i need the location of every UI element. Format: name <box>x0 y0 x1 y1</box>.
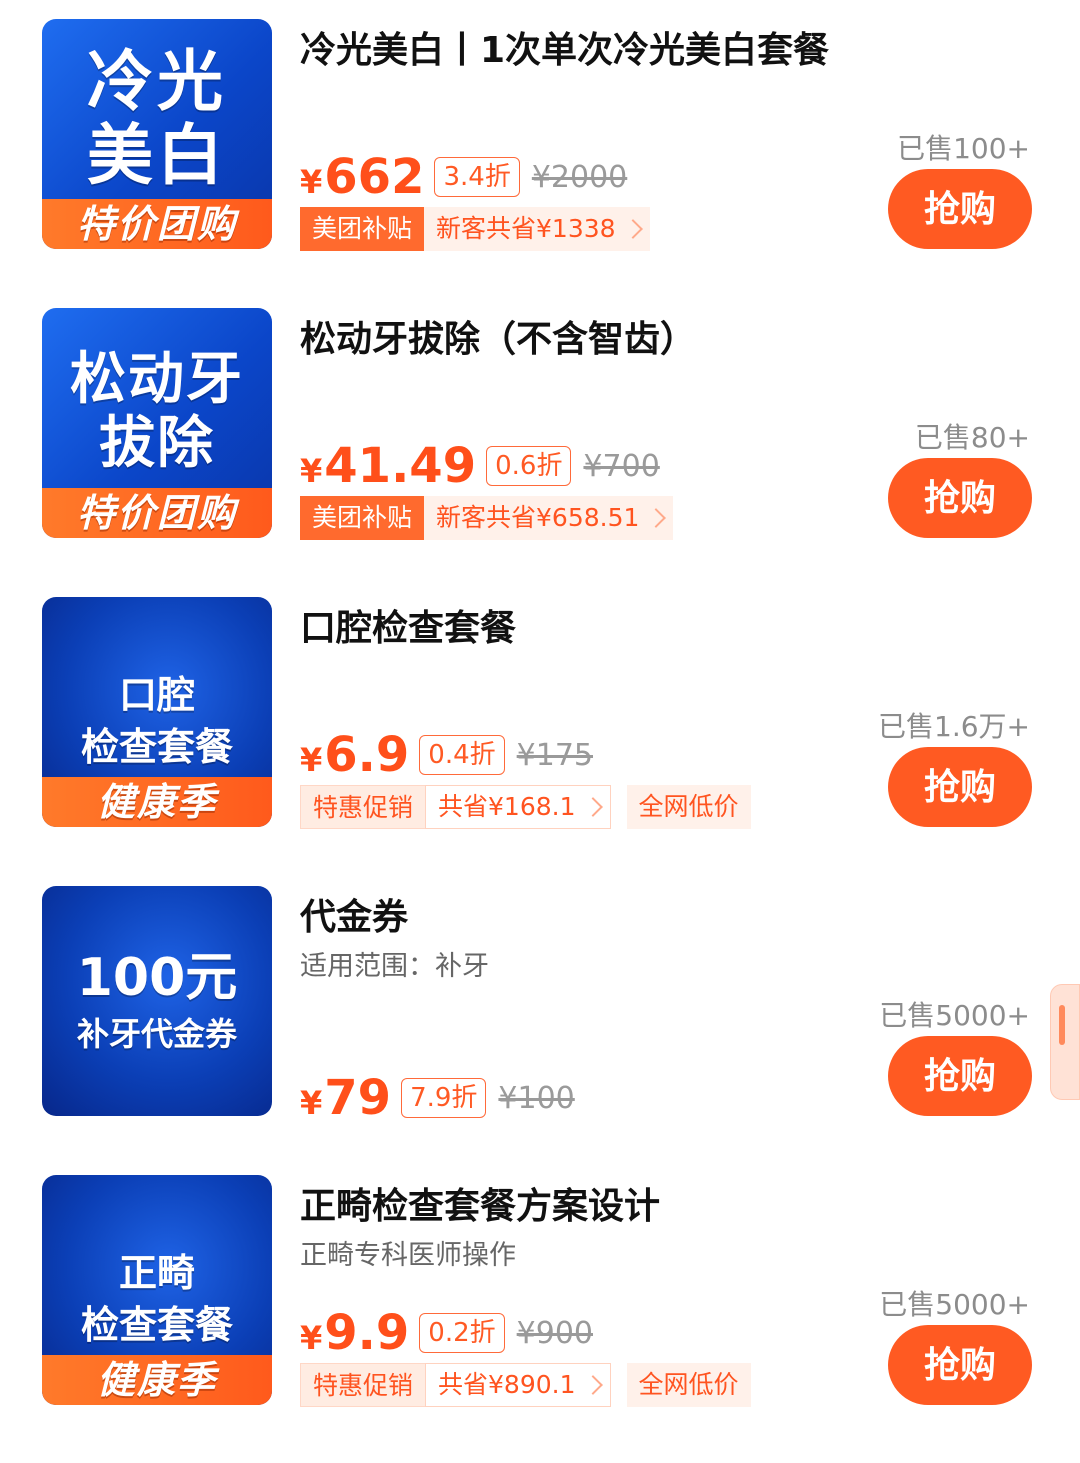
thumbnail-subtitle: 补牙代金券 <box>76 1015 237 1053</box>
thumbnail-title: 正畸 检查套餐 <box>80 1251 233 1347</box>
deal-title[interactable]: 松动牙拔除（不含智齿） <box>300 310 696 362</box>
deal-thumbnail[interactable]: 口腔 检查套餐 健康季 <box>42 597 272 827</box>
discount-badge: 0.6折 <box>486 446 572 486</box>
current-price: ¥79 <box>300 1070 392 1126</box>
discount-badge: 0.4折 <box>419 735 505 775</box>
promo-tags[interactable]: 美团补贴 新客共省¥1338 <box>300 207 650 251</box>
current-price: ¥6.9 <box>300 727 410 783</box>
deal-card[interactable]: 100元 补牙代金券 代金券 适用范围：补牙 ¥79 7.9折 ¥100 已售5… <box>0 886 1080 1175</box>
deal-title[interactable]: 正畸检查套餐方案设计 <box>300 1177 660 1229</box>
sold-count: 已售100+ <box>897 132 1030 165</box>
lowest-price-tag: 全网低价 <box>626 785 751 829</box>
discount-badge: 0.2折 <box>419 1313 505 1353</box>
deal-thumbnail[interactable]: 冷光 美白 特价团购 <box>42 19 272 249</box>
price-row: ¥9.9 0.2折 ¥900 <box>300 1303 593 1363</box>
chevron-right-icon <box>646 508 667 528</box>
savings-tag[interactable]: 新客共省¥1338 <box>424 207 650 251</box>
chevron-right-icon <box>582 1375 603 1395</box>
deal-thumbnail[interactable]: 100元 补牙代金券 <box>42 886 272 1116</box>
promo-tags[interactable]: 特惠促销 共省¥168.1 全网低价 <box>300 785 751 829</box>
price-row: ¥41.49 0.6折 ¥700 <box>300 436 660 496</box>
thumbnail-title: 松动牙 拔除 <box>70 347 244 476</box>
buy-button[interactable]: 抢购 <box>888 1036 1032 1116</box>
savings-tag[interactable]: 新客共省¥658.51 <box>424 496 674 540</box>
floating-side-tab[interactable] <box>1050 984 1080 1100</box>
original-price: ¥900 <box>516 1315 594 1351</box>
thumbnail-title: 口腔 检查套餐 <box>80 673 233 769</box>
thumbnail-ribbon: 特价团购 <box>42 488 272 538</box>
deal-card[interactable]: 冷光 美白 特价团购 冷光美白丨1次单次冷光美白套餐 ¥662 3.4折 ¥200… <box>0 19 1080 308</box>
deal-card[interactable]: 松动牙 拔除 特价团购 松动牙拔除（不含智齿） ¥41.49 0.6折 ¥700 … <box>0 308 1080 597</box>
sold-count: 已售80+ <box>914 421 1030 454</box>
deal-subtitle: 正畸专科医师操作 <box>300 1240 516 1271</box>
subsidy-tag: 美团补贴 <box>300 496 425 540</box>
deal-title[interactable]: 代金券 <box>300 888 408 940</box>
price-row: ¥662 3.4折 ¥2000 <box>300 147 627 207</box>
original-price: ¥175 <box>516 737 594 773</box>
buy-button[interactable]: 抢购 <box>888 458 1032 538</box>
promo-tag: 特惠促销 <box>300 785 426 829</box>
promo-tags[interactable]: 美团补贴 新客共省¥658.51 <box>300 496 674 540</box>
deal-card[interactable]: 口腔 检查套餐 健康季 口腔检查套餐 ¥6.9 0.4折 ¥175 特惠促销 共省… <box>0 597 1080 886</box>
savings-tag[interactable]: 共省¥890.1 <box>425 1363 611 1407</box>
thumbnail-ribbon: 健康季 <box>42 777 272 827</box>
subsidy-tag: 美团补贴 <box>300 207 425 251</box>
buy-button[interactable]: 抢购 <box>888 1325 1032 1405</box>
buy-button[interactable]: 抢购 <box>888 747 1032 827</box>
promo-tags[interactable]: 特惠促销 共省¥890.1 全网低价 <box>300 1363 751 1407</box>
thumbnail-title: 冷光 美白 <box>87 43 227 194</box>
discount-badge: 7.9折 <box>401 1078 487 1118</box>
current-price: ¥9.9 <box>300 1305 410 1361</box>
sold-count: 已售1.6万+ <box>878 710 1030 743</box>
deal-thumbnail[interactable]: 松动牙 拔除 特价团购 <box>42 308 272 538</box>
deal-subtitle: 适用范围：补牙 <box>300 951 489 982</box>
original-price: ¥100 <box>498 1080 575 1116</box>
thumbnail-ribbon: 特价团购 <box>42 199 272 249</box>
deal-title[interactable]: 口腔检查套餐 <box>300 599 516 651</box>
thumbnail-ribbon: 健康季 <box>42 1355 272 1405</box>
original-price: ¥2000 <box>531 159 628 195</box>
price-row: ¥6.9 0.4折 ¥175 <box>300 725 593 785</box>
price-row: ¥79 7.9折 ¥100 <box>300 1068 575 1128</box>
lowest-price-tag: 全网低价 <box>626 1363 751 1407</box>
buy-button[interactable]: 抢购 <box>888 169 1032 249</box>
deal-thumbnail[interactable]: 正畸 检查套餐 健康季 <box>42 1175 272 1405</box>
sold-count: 已售5000+ <box>879 999 1030 1032</box>
deal-card[interactable]: 正畸 检查套餐 健康季 正畸检查套餐方案设计 正畸专科医师操作 ¥9.9 0.2折… <box>0 1175 1080 1463</box>
discount-badge: 3.4折 <box>434 157 520 197</box>
current-price: ¥662 <box>300 149 425 205</box>
chevron-right-icon <box>622 219 643 239</box>
original-price: ¥700 <box>583 448 660 484</box>
current-price: ¥41.49 <box>300 438 477 494</box>
chevron-right-icon <box>582 797 603 817</box>
savings-tag[interactable]: 共省¥168.1 <box>425 785 611 829</box>
sold-count: 已售5000+ <box>879 1288 1030 1321</box>
deal-title[interactable]: 冷光美白丨1次单次冷光美白套餐 <box>300 21 829 73</box>
promo-tag: 特惠促销 <box>300 1363 426 1407</box>
thumbnail-title: 100元 <box>76 948 238 1008</box>
